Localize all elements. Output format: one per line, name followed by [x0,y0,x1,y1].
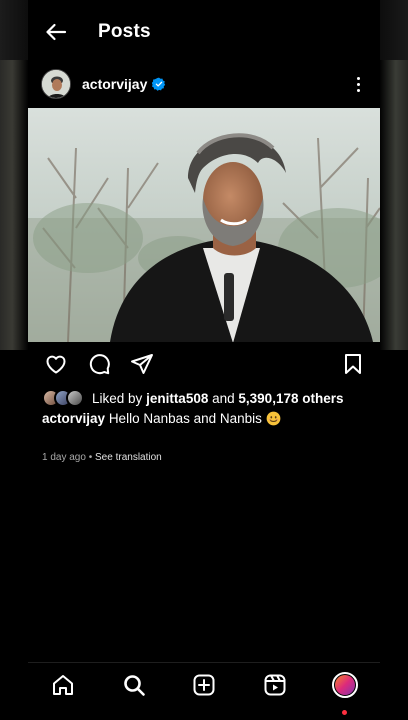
heart-icon [46,355,66,374]
create-icon [193,674,215,696]
share-button[interactable] [128,350,156,378]
home-icon [53,675,73,695]
page-title: Posts [98,21,151,42]
nav-home-button[interactable] [49,671,77,699]
post-actions [28,350,380,378]
search-icon [124,675,145,696]
back-button[interactable] [42,18,70,46]
likes-and: and [212,390,235,406]
liker-username[interactable]: jenitta508 [146,391,208,406]
save-button[interactable] [339,350,367,378]
notification-dot [342,710,347,715]
meta-separator: • [88,452,93,463]
caption-username[interactable]: actorvijay [42,411,105,426]
like-button[interactable] [42,350,70,378]
liker-avatars [42,389,84,407]
reels-icon [264,674,286,696]
share-icon [131,354,153,374]
likes-prefix: Liked by [92,390,143,406]
bookmark-icon [345,354,361,374]
more-vertical-icon [356,76,360,80]
likes-count[interactable]: 5,390,178 others [238,391,343,406]
nav-reels-button[interactable] [261,671,289,699]
top-bar: Posts [28,8,380,56]
nav-profile-button[interactable] [331,671,359,715]
bottom-navigation [28,662,380,720]
post-header: actorvijay [28,64,380,104]
nav-create-button[interactable] [190,671,218,699]
verified-badge-icon [152,77,166,91]
caption-text: Hello Nanbas and Nanbis [108,411,262,426]
likes-summary[interactable]: Liked by jenitta508 and 5,390,178 others [42,388,343,408]
post-meta: 1 day ago • See translation [42,452,162,463]
post-username[interactable]: actorvijay [82,76,147,92]
avatar[interactable] [41,69,71,99]
arrow-left-icon [46,23,67,41]
app-screen: Posts actorvijay Liked by jenitta508 and… [28,0,380,720]
comment-button[interactable] [85,350,113,378]
liker-avatar [66,389,84,407]
post-image[interactable] [28,108,380,342]
more-options-button[interactable] [348,74,368,94]
smiling-face-emoji [266,411,281,426]
post-caption: actorvijay Hello Nanbas and Nanbis [42,411,281,426]
comment-icon [89,354,110,375]
nav-search-button[interactable] [120,671,148,699]
see-translation-link[interactable]: See translation [95,452,162,463]
profile-icon [332,672,358,698]
post-timestamp: 1 day ago [42,452,86,463]
